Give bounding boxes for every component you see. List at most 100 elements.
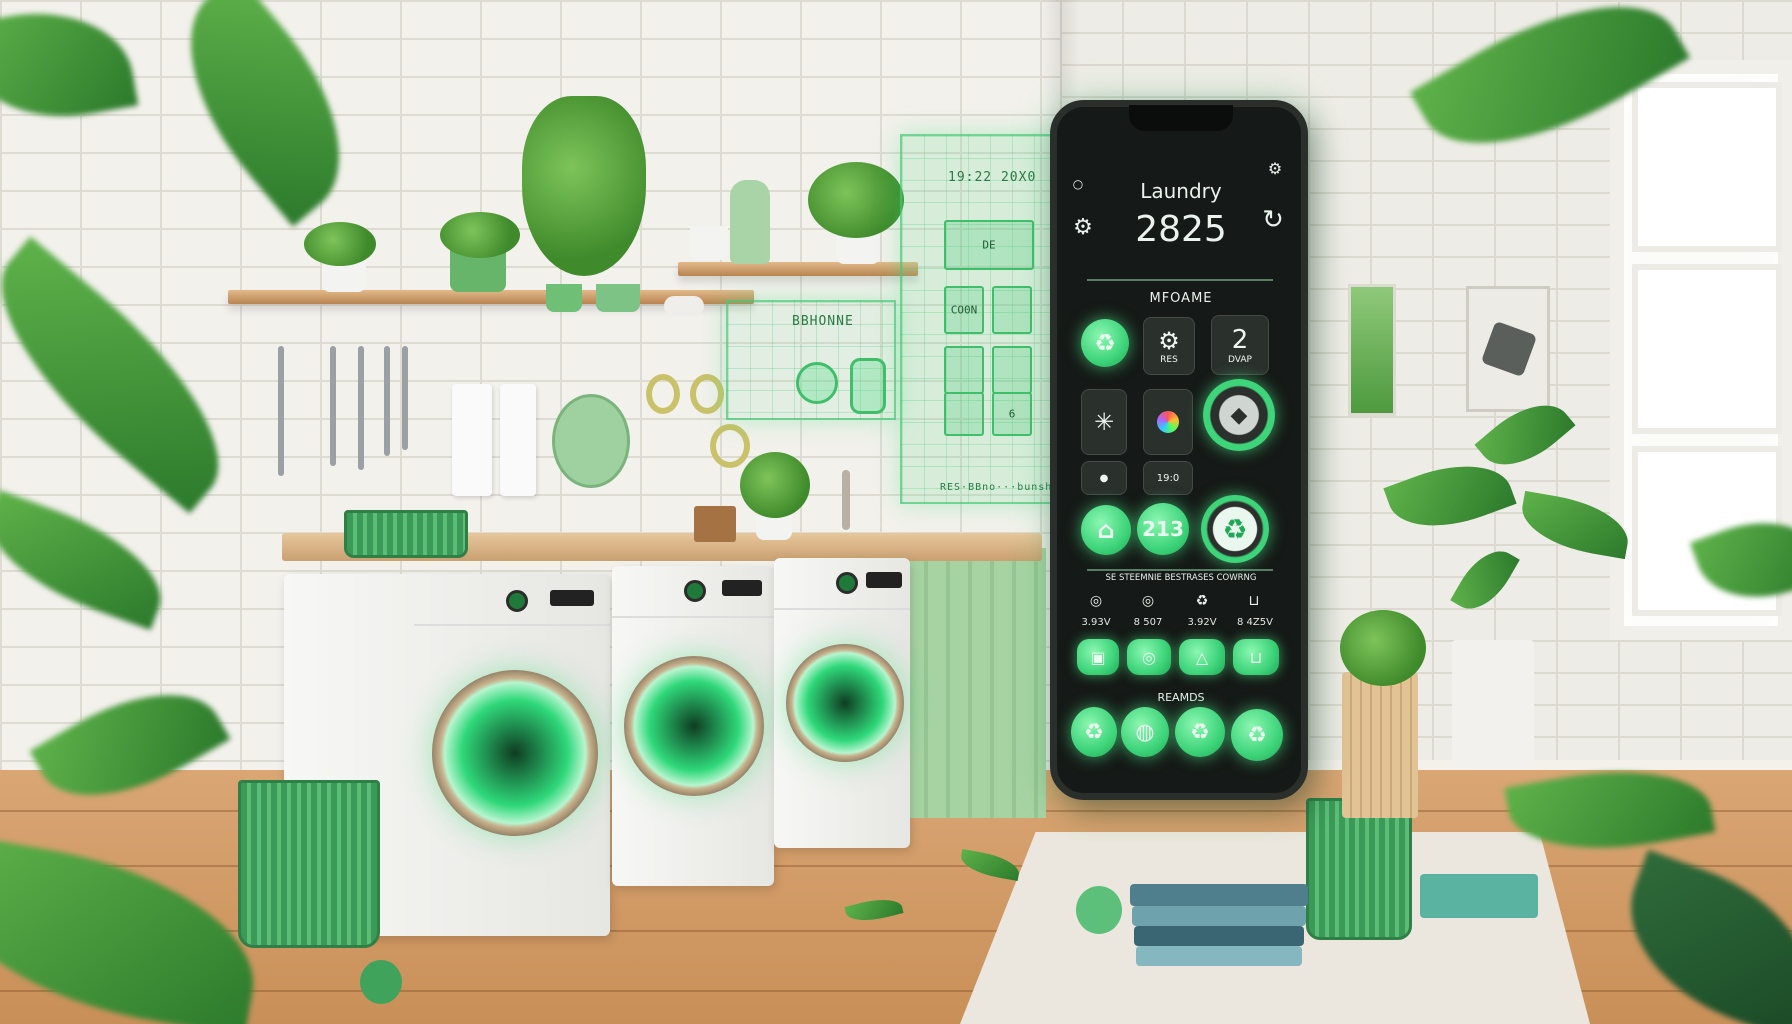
- wall-ring: [710, 424, 750, 468]
- rolled-towel: [360, 960, 402, 1004]
- settings-dot-icon[interactable]: ○: [1069, 177, 1087, 191]
- recycle-icon[interactable]: ♻: [1231, 709, 1283, 761]
- stat-icon: ◎: [1089, 593, 1103, 609]
- basket-icon: ⊔: [1248, 593, 1260, 609]
- smartphone: ○ ⚙ ⚙ ↻ Laundry 2825 MFOAME ♻ ⚙ RES 2 DV…: [1050, 100, 1308, 800]
- stat-value: 8 507: [1133, 617, 1163, 628]
- counter-button[interactable]: 213: [1137, 503, 1189, 555]
- washer-door[interactable]: [432, 670, 598, 836]
- mini-stat-tile[interactable]: ●: [1081, 461, 1127, 495]
- folded-clothes: [1132, 906, 1306, 926]
- folded-clothes: [1134, 926, 1304, 946]
- towel: [452, 384, 492, 496]
- section-title-1: MFOAME: [1149, 291, 1213, 306]
- utensil: [358, 346, 364, 470]
- utensil: [402, 346, 408, 450]
- hologram-time: 19:22 20X0: [948, 170, 1037, 185]
- washing-machine-middle: [612, 566, 774, 886]
- color-wheel-icon: [1151, 405, 1185, 439]
- plant-pot: [756, 516, 792, 540]
- washer-button[interactable]: ◎: [1127, 639, 1171, 675]
- color-wheel-tile[interactable]: [1143, 389, 1193, 455]
- recycle-icon[interactable]: ♻: [1175, 707, 1225, 757]
- plant: [304, 222, 376, 266]
- wood-block: [694, 506, 736, 542]
- hologram-tile[interactable]: [944, 392, 984, 436]
- basket-button[interactable]: ⊔: [1233, 639, 1279, 675]
- stat-value: 3.92V: [1187, 617, 1217, 628]
- rolled-towel: [1076, 886, 1122, 934]
- gear-icon: ⚙: [1158, 327, 1180, 355]
- utensil: [278, 346, 284, 476]
- settings-tile[interactable]: ⚙ RES: [1143, 317, 1195, 375]
- wall-ring: [690, 374, 724, 414]
- folded-towels: [1420, 874, 1538, 918]
- plant: [808, 162, 904, 238]
- stat-value: 8 4Z5V: [1237, 617, 1273, 628]
- counter-basket: [344, 510, 468, 558]
- mini-stat-tile[interactable]: 19:0: [1143, 461, 1193, 495]
- stat-icon: ◎: [1141, 593, 1155, 609]
- hologram-tile[interactable]: [992, 286, 1032, 334]
- globe-icon[interactable]: ◍: [1121, 707, 1169, 757]
- stat-value: 3.93V: [1081, 617, 1111, 628]
- hologram-button[interactable]: [796, 362, 838, 404]
- hologram-button[interactable]: [850, 358, 886, 414]
- plant-pot: [546, 284, 582, 312]
- vase: [730, 180, 770, 264]
- section-title-3: REAMDS: [1157, 691, 1205, 704]
- spark-tile[interactable]: ✳: [1081, 389, 1127, 455]
- wall-art-frame: [1466, 286, 1550, 412]
- folded-clothes: [1136, 946, 1302, 966]
- hanging-plant: [522, 96, 646, 276]
- bowl-stack: [664, 296, 704, 316]
- faucet: [842, 470, 850, 530]
- wall-ring: [646, 374, 680, 414]
- hologram-tile[interactable]: 6: [992, 392, 1032, 436]
- washer-door[interactable]: [624, 656, 764, 796]
- recycle-icon[interactable]: ♻: [1201, 495, 1269, 563]
- plant: [1340, 610, 1426, 686]
- hologram-tile[interactable]: [992, 346, 1032, 394]
- tile-number: 2: [1231, 325, 1249, 355]
- recycle-icon[interactable]: ♻: [1071, 707, 1117, 757]
- cup: [690, 226, 728, 260]
- colander: [552, 394, 630, 488]
- laundry-room-scene: 19:22 20X0 DE CO0N 6 RES·BBno···bunshe B…: [0, 0, 1792, 1024]
- stat-icon: ♻: [1195, 593, 1209, 609]
- main-number: 2825: [1135, 209, 1227, 250]
- cup: [596, 284, 640, 312]
- hologram-footer: RES·BBno···bunshe: [940, 482, 1060, 493]
- plant-pot-tall: [1452, 640, 1534, 770]
- utensil: [330, 346, 336, 466]
- shelf-right: [678, 262, 918, 276]
- hologram-phone-label: BBHONNE: [792, 314, 854, 329]
- folded-clothes: [1130, 884, 1308, 906]
- hologram-tile-de[interactable]: DE: [944, 220, 1034, 270]
- refresh-icon[interactable]: ↻: [1257, 205, 1289, 235]
- washer-door[interactable]: [786, 644, 904, 762]
- tile-sub: DVAP: [1228, 355, 1252, 365]
- section-title-2: SE STEEMNIE BESTRASES COWRNG: [1105, 573, 1257, 583]
- divider: [1087, 279, 1273, 281]
- alert-button[interactable]: △: [1179, 639, 1225, 675]
- hologram-tile[interactable]: [944, 346, 984, 394]
- wall-art-grass: [1348, 284, 1396, 416]
- gear-icon[interactable]: ⚙: [1263, 159, 1287, 178]
- hologram-tile[interactable]: CO0N: [944, 286, 984, 334]
- app-title: Laundry: [1140, 179, 1222, 203]
- phone-notch: [1129, 105, 1233, 131]
- washer-button[interactable]: ▣: [1077, 639, 1119, 675]
- laundry-basket-right: [1306, 798, 1412, 940]
- plant: [740, 452, 810, 518]
- recycle-icon[interactable]: ♻: [1081, 319, 1129, 367]
- diamond-icon[interactable]: ◆: [1203, 379, 1275, 451]
- towel: [500, 384, 536, 496]
- laundry-basket-left: [238, 780, 380, 948]
- washing-machine-right: [774, 558, 910, 848]
- tile-label: RES: [1160, 355, 1178, 365]
- count-tile[interactable]: 2 DVAP: [1211, 315, 1269, 375]
- home-icon[interactable]: ⌂: [1081, 505, 1131, 555]
- gear-icon[interactable]: ⚙: [1071, 215, 1095, 240]
- divider: [1087, 569, 1273, 571]
